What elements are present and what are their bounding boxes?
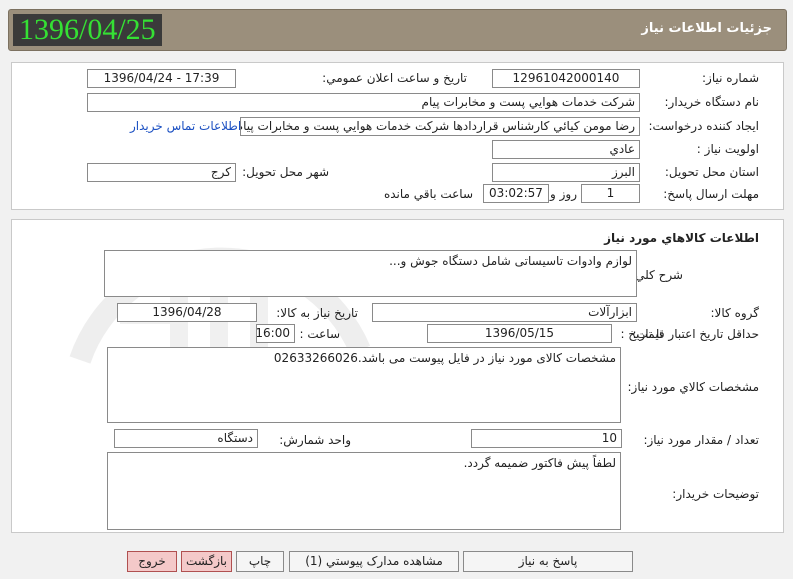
province-field: البرز bbox=[492, 163, 640, 182]
province-label: استان محل تحويل: bbox=[664, 165, 759, 179]
need-date-field: 1396/04/28 bbox=[117, 303, 257, 322]
announce-label: تاريخ و ساعت اعلان عمومي: bbox=[322, 71, 467, 85]
announce-field: 1396/04/24 - 17:39 bbox=[87, 69, 236, 88]
header-date: 1396/04/25 bbox=[13, 14, 162, 46]
priority-label: اولويت نياز : bbox=[696, 142, 759, 156]
back-button[interactable]: بازگشت bbox=[181, 551, 232, 572]
goods-group-field: ابزارآلات bbox=[372, 303, 637, 322]
page-header: 1396/04/25 جزئيات اطلاعات نياز bbox=[8, 9, 787, 51]
unit-field: دستگاه bbox=[114, 429, 258, 448]
deadline-time-field: 03:02:57 bbox=[483, 184, 549, 203]
need-number-label: شماره نياز: bbox=[702, 71, 759, 85]
specs-field: مشخصات کالای مورد نیاز در فایل پیوست می … bbox=[107, 347, 621, 423]
page-title: جزئيات اطلاعات نياز bbox=[641, 21, 772, 36]
city-field: کرج bbox=[87, 163, 236, 182]
until-date-label: تا تاريخ : bbox=[620, 327, 663, 341]
deadline-days-field: 1 bbox=[581, 184, 640, 203]
exit-button[interactable]: خروج bbox=[127, 551, 177, 572]
need-desc-field: لوازم وادوات تاسيساتی شامل دستگاه جوش و.… bbox=[104, 250, 637, 297]
until-date-field: 1396/05/15 bbox=[427, 324, 612, 343]
buyer-notes-field: لطفاً پیش فاکتور ضمیمه گردد. bbox=[107, 452, 621, 530]
goods-section-title: اطلاعات کالاهاي مورد نياز bbox=[604, 231, 759, 245]
need-date-label: تاريخ نياز به کالا: bbox=[276, 306, 358, 320]
deadline-label: مهلت ارسال پاسخ: bbox=[663, 187, 759, 201]
buyer-org-field: شرکت خدمات هوايي پست و مخابرات پيام bbox=[87, 93, 640, 112]
creator-label: ايجاد کننده درخواست: bbox=[648, 119, 759, 133]
goods-group-label: گروه کالا: bbox=[710, 306, 760, 320]
print-button[interactable]: چاپ bbox=[236, 551, 284, 572]
need-number-field: 12961042000140 bbox=[492, 69, 640, 88]
buyer-org-label: نام دستگاه خريدار: bbox=[664, 95, 760, 109]
city-label: شهر محل تحويل: bbox=[242, 165, 329, 179]
buyer-contact-link[interactable]: اطلاعات تماس خريدار bbox=[130, 119, 241, 133]
priority-field: عادي bbox=[492, 140, 640, 159]
hour-label: ساعت : bbox=[299, 327, 340, 341]
days-word: روز و bbox=[550, 187, 577, 201]
specs-label: مشخصات کالاي مورد نياز: bbox=[627, 380, 759, 394]
qty-label: تعداد / مقدار مورد نياز: bbox=[643, 433, 759, 447]
qty-field: 10 bbox=[471, 429, 622, 448]
buyer-notes-label: توضيحات خريدار: bbox=[672, 487, 759, 501]
view-attachments-button[interactable]: مشاهده مدارک پيوستي (1) bbox=[289, 551, 459, 572]
creator-field: رضا مومن كيائي كارشناس قراردادها شرکت خد… bbox=[240, 117, 640, 136]
respond-button[interactable]: پاسخ به نياز bbox=[463, 551, 633, 572]
remaining-word: ساعت باقي مانده bbox=[383, 187, 473, 201]
unit-label: واحد شمارش: bbox=[279, 433, 351, 447]
hour-field: 16:00 bbox=[256, 324, 295, 343]
